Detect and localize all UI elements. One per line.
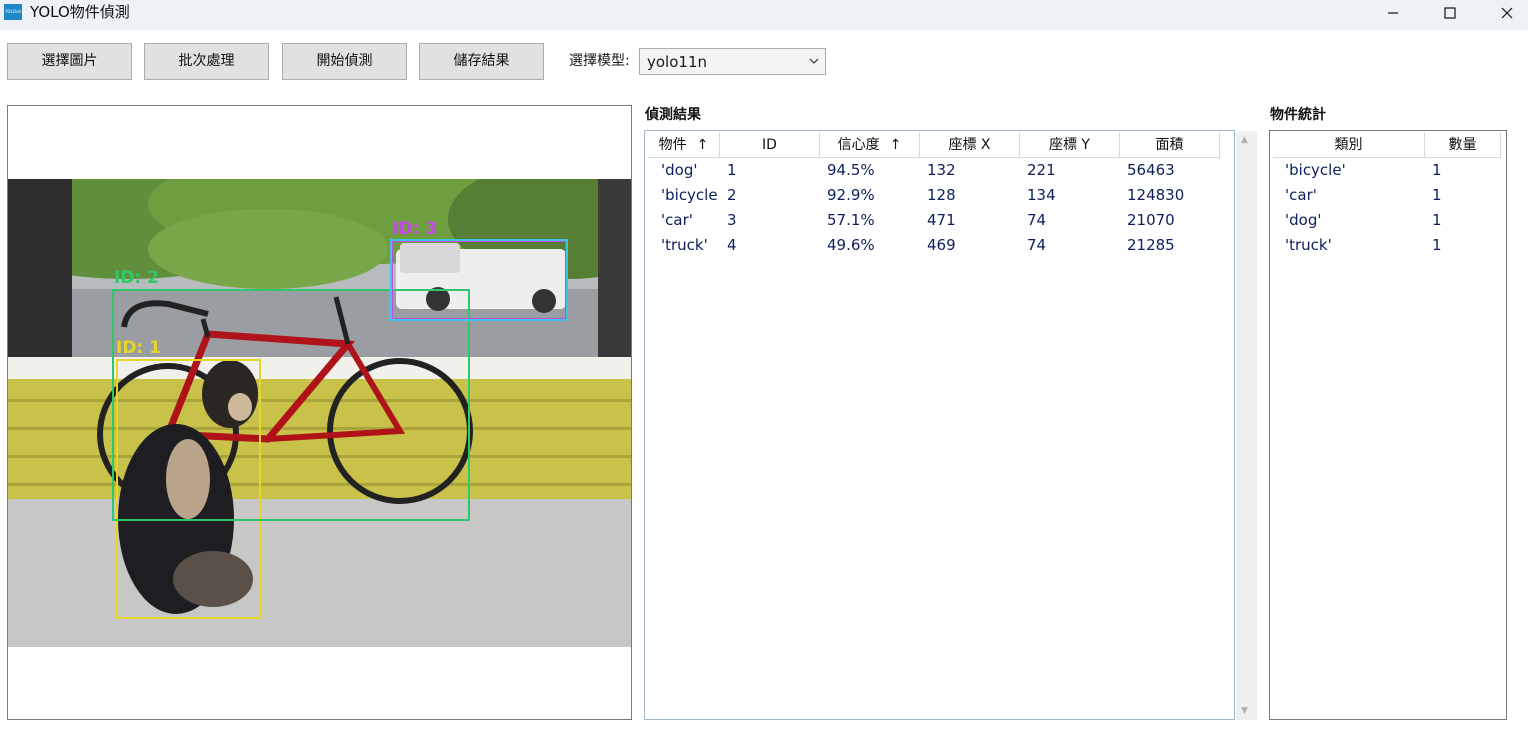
select-image-button[interactable]: 選擇圖片 bbox=[7, 43, 132, 80]
object-stats-title: 物件統計 bbox=[1270, 107, 1326, 123]
cell-object: 'dog' bbox=[661, 161, 698, 179]
image-preview-panel: ID: 1 ID: 2 ID: 3 bbox=[7, 105, 632, 720]
cell-y: 221 bbox=[1027, 161, 1056, 179]
cell-x: 132 bbox=[927, 161, 956, 179]
maximize-icon bbox=[1444, 7, 1456, 19]
cell-confidence: 57.1% bbox=[827, 211, 875, 229]
model-select[interactable]: yolo11n bbox=[639, 48, 826, 75]
title-bar: YOLOv8 YOLO物件偵測 bbox=[0, 0, 1528, 30]
cell-area: 21285 bbox=[1127, 236, 1175, 254]
col-header-object[interactable]: 物件 ↑ bbox=[648, 133, 720, 158]
minimize-button[interactable] bbox=[1370, 0, 1416, 26]
sort-asc-icon: ↑ bbox=[889, 137, 902, 153]
table-row[interactable]: 'truck' 1 bbox=[1270, 233, 1506, 258]
cell-x: 471 bbox=[927, 211, 956, 229]
cell-id: 4 bbox=[727, 236, 737, 254]
cell-object: 'bicycle bbox=[661, 186, 718, 204]
cell-confidence: 49.6% bbox=[827, 236, 875, 254]
col-header-count[interactable]: 數量 bbox=[1425, 133, 1501, 158]
table-row[interactable]: 'dog' 1 94.5% 132 221 56463 bbox=[645, 158, 1234, 183]
col-header-category[interactable]: 類別 bbox=[1273, 133, 1425, 158]
table-row[interactable]: 'bicycle 2 92.9% 128 134 124830 bbox=[645, 183, 1234, 208]
bbox-truck bbox=[390, 239, 568, 321]
col-header-area[interactable]: 面積 bbox=[1120, 133, 1220, 158]
cell-category: 'truck' bbox=[1285, 236, 1332, 254]
app-logo-icon: YOLOv8 bbox=[4, 4, 22, 20]
close-button[interactable] bbox=[1484, 0, 1528, 26]
model-select-value: yolo11n bbox=[647, 53, 707, 71]
bbox-label-bicycle: ID: 2 bbox=[114, 268, 159, 288]
cell-id: 1 bbox=[727, 161, 737, 179]
cell-y: 134 bbox=[1027, 186, 1056, 204]
col-header-id[interactable]: ID bbox=[720, 133, 820, 158]
save-results-button[interactable]: 儲存結果 bbox=[419, 43, 544, 80]
detection-image: ID: 1 ID: 2 ID: 3 bbox=[8, 179, 631, 647]
window-title: YOLO物件偵測 bbox=[30, 3, 130, 21]
cell-count: 1 bbox=[1432, 161, 1442, 179]
model-select-label: 選擇模型: bbox=[569, 53, 630, 69]
start-detection-button[interactable]: 開始偵測 bbox=[282, 43, 407, 80]
cell-count: 1 bbox=[1432, 236, 1442, 254]
sort-asc-icon: ↑ bbox=[696, 137, 709, 153]
detection-table-scrollbar[interactable]: ▲ ▼ bbox=[1236, 131, 1257, 720]
cell-category: 'bicycle' bbox=[1285, 161, 1346, 179]
table-row[interactable]: 'car' 1 bbox=[1270, 183, 1506, 208]
cell-area: 21070 bbox=[1127, 211, 1175, 229]
cell-object: 'truck' bbox=[661, 236, 708, 254]
batch-process-button[interactable]: 批次處理 bbox=[144, 43, 269, 80]
cell-confidence: 94.5% bbox=[827, 161, 875, 179]
close-icon bbox=[1501, 7, 1513, 19]
table-row[interactable]: 'car' 3 57.1% 471 74 21070 bbox=[645, 208, 1234, 233]
maximize-button[interactable] bbox=[1427, 0, 1473, 26]
bbox-bicycle bbox=[112, 289, 470, 521]
object-stats-table[interactable]: 類別 數量 'bicycle' 1 'car' 1 'dog' 1 'truck… bbox=[1269, 130, 1507, 720]
scroll-up-icon[interactable]: ▲ bbox=[1241, 135, 1248, 145]
cell-y: 74 bbox=[1027, 211, 1047, 229]
cell-id: 2 bbox=[727, 186, 737, 204]
table-row[interactable]: 'dog' 1 bbox=[1270, 208, 1506, 233]
cell-count: 1 bbox=[1432, 211, 1442, 229]
detection-results-title: 偵測結果 bbox=[645, 107, 701, 123]
cell-x: 128 bbox=[927, 186, 956, 204]
cell-count: 1 bbox=[1432, 186, 1442, 204]
cell-category: 'car' bbox=[1285, 186, 1317, 204]
detection-results-table[interactable]: 物件 ↑ ID 信心度 ↑ 座標 X 座標 Y 面積 'dog' 1 94.5% 1… bbox=[644, 130, 1235, 720]
table-row[interactable]: 'bicycle' 1 bbox=[1270, 158, 1506, 183]
col-header-x[interactable]: 座標 X bbox=[920, 133, 1020, 158]
chevron-down-icon bbox=[809, 58, 819, 64]
minimize-icon bbox=[1388, 12, 1398, 14]
scroll-down-icon[interactable]: ▼ bbox=[1241, 706, 1248, 716]
cell-id: 3 bbox=[727, 211, 737, 229]
col-header-y[interactable]: 座標 Y bbox=[1020, 133, 1120, 158]
cell-confidence: 92.9% bbox=[827, 186, 875, 204]
col-header-confidence[interactable]: 信心度 ↑ bbox=[820, 133, 920, 158]
cell-y: 74 bbox=[1027, 236, 1047, 254]
cell-object: 'car' bbox=[661, 211, 693, 229]
cell-area: 56463 bbox=[1127, 161, 1175, 179]
bbox-label-car: ID: 3 bbox=[392, 219, 437, 239]
cell-x: 469 bbox=[927, 236, 956, 254]
cell-category: 'dog' bbox=[1285, 211, 1322, 229]
table-row[interactable]: 'truck' 4 49.6% 469 74 21285 bbox=[645, 233, 1234, 258]
cell-area: 124830 bbox=[1127, 186, 1185, 204]
